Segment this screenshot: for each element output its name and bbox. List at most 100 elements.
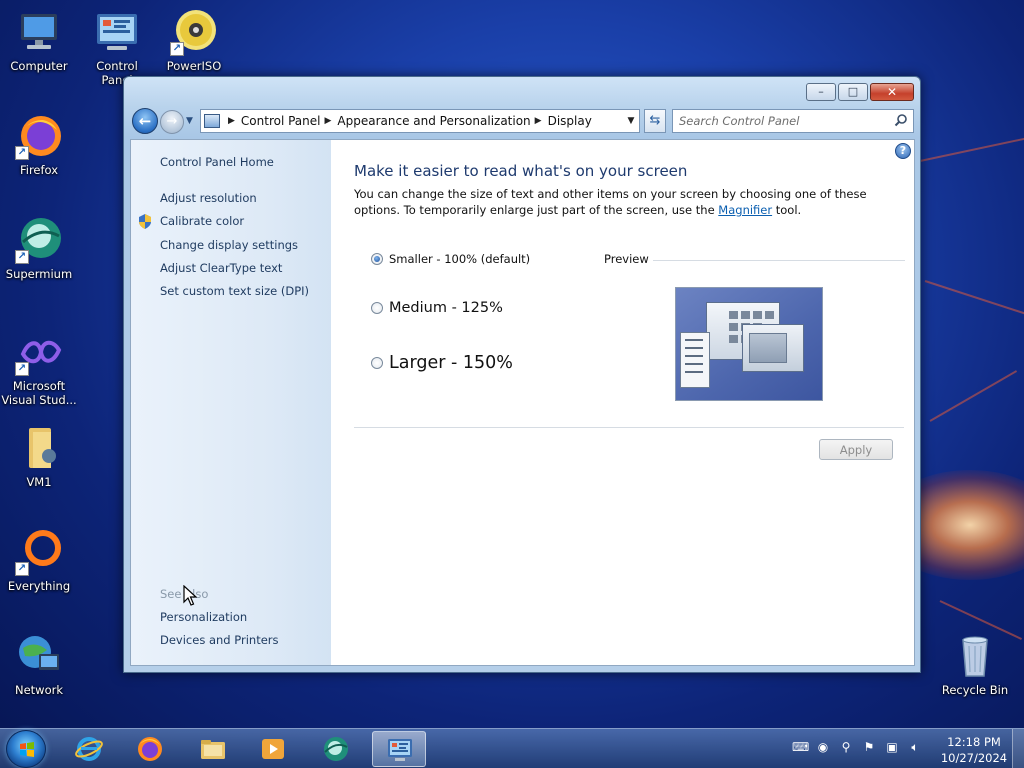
preview-tile	[729, 311, 738, 319]
option-medium[interactable]: Medium - 125%	[371, 300, 503, 316]
breadcrumb-display[interactable]: Display	[548, 114, 592, 128]
recent-pages-dropdown[interactable]: ▼	[186, 115, 196, 127]
search-icon[interactable]	[894, 113, 908, 127]
search-tray-icon[interactable]: ⚲	[838, 739, 854, 755]
content-divider	[354, 427, 904, 428]
breadcrumb-separator-icon[interactable]: ▶	[228, 116, 235, 126]
close-icon: ✕	[886, 85, 898, 99]
sidebar-link-adjust-cleartype[interactable]: Adjust ClearType text	[160, 261, 282, 275]
forward-arrow-icon: →	[166, 114, 178, 129]
preview-tile	[753, 311, 762, 319]
preview-menu-row	[685, 371, 703, 373]
action-center-flag-icon[interactable]: ⚑	[861, 739, 877, 755]
maximize-icon: □	[847, 85, 859, 98]
shortcut-arrow-icon: ↗	[15, 562, 29, 576]
desktop-icon-label: Microsoft Visual Stud...	[1, 379, 77, 407]
volume-icon[interactable]: 🔈︎	[907, 739, 923, 755]
preview-window-front	[742, 324, 804, 372]
sidebar-link-control-panel-home[interactable]: Control Panel Home	[160, 155, 274, 169]
refresh-button[interactable]: ⇆	[644, 109, 666, 133]
taskbar-file-explorer[interactable]	[186, 731, 240, 767]
sidebar-link-adjust-resolution[interactable]: Adjust resolution	[160, 191, 257, 205]
apply-button[interactable]: Apply	[819, 439, 893, 460]
breadcrumb-control-panel[interactable]: Control Panel	[241, 114, 321, 128]
shortcut-arrow-icon: ↗	[15, 362, 29, 376]
minimize-button[interactable]: –	[806, 83, 836, 101]
preview-menu-row	[685, 355, 703, 357]
show-desktop-button[interactable]	[1012, 729, 1024, 768]
breadcrumb-separator-icon[interactable]: ▶	[535, 116, 542, 126]
disc-tray-icon[interactable]: ◉	[815, 739, 831, 755]
desktop-icon-label: PowerISO	[166, 59, 222, 73]
search-input[interactable]	[679, 111, 889, 131]
media-player-icon	[262, 739, 284, 759]
wallpaper-streak	[924, 280, 1024, 316]
desktop-icon-network[interactable]: Network	[1, 632, 77, 697]
recycle-bin-icon	[951, 632, 999, 680]
sidebar-link-devices-printers[interactable]: Devices and Printers	[160, 633, 279, 647]
desktop-icon-vm1[interactable]: VM1	[1, 424, 77, 489]
desktop-icon-label: Computer	[10, 59, 68, 73]
maximize-button[interactable]: □	[838, 83, 868, 101]
desktop-icon-computer[interactable]: Computer	[1, 8, 77, 73]
taskbar-firefox[interactable]	[123, 731, 177, 767]
taskbar-media-player[interactable]	[246, 731, 300, 767]
back-button[interactable]: ←	[132, 108, 158, 134]
radio-medium[interactable]	[371, 302, 383, 314]
desktop-icon-poweriso[interactable]: ↗ PowerISO	[156, 8, 232, 73]
search-box[interactable]	[672, 109, 914, 133]
option-larger[interactable]: Larger - 150%	[371, 353, 513, 373]
task-pane: Control Panel Home Adjust resolution Cal…	[131, 140, 331, 665]
desktop-icon-everything[interactable]: ↗ Everything	[1, 528, 77, 593]
sidebar-link-custom-text-size[interactable]: Set custom text size (DPI)	[160, 284, 309, 298]
minimize-icon: –	[818, 85, 824, 98]
caption-buttons: – □ ✕	[804, 83, 914, 101]
desktop-icon-supermium[interactable]: ↗ Supermium	[1, 216, 77, 281]
magnifier-link[interactable]: Magnifier	[718, 203, 772, 217]
desktop-icon-visual-studio[interactable]: ↗ Microsoft Visual Stud...	[1, 328, 77, 407]
sidebar-link-personalization[interactable]: Personalization	[160, 610, 247, 624]
chevron-down-icon: ▼	[186, 116, 193, 126]
disc-icon: ↗	[170, 8, 218, 56]
taskbar-supermium[interactable]	[309, 731, 363, 767]
option-label-medium: Medium - 125%	[389, 300, 503, 316]
taskbar-control-panel[interactable]	[372, 731, 426, 767]
firefox-icon: ↗	[15, 112, 63, 160]
taskbar: ⌨ ◉ ⚲ ⚑ ▣ 🔈︎ 12:18 PM 10/27/2024	[0, 728, 1024, 768]
preview-tile	[729, 323, 738, 331]
sidebar-link-change-display-settings[interactable]: Change display settings	[160, 238, 298, 252]
desktop-icon-recycle-bin[interactable]: Recycle Bin	[937, 632, 1013, 697]
notification-area: ⌨ ◉ ⚲ ⚑ ▣ 🔈︎	[792, 739, 923, 755]
option-label-smaller: Smaller - 100% (default)	[389, 252, 531, 266]
firefox-icon	[138, 737, 162, 761]
breadcrumb-appearance[interactable]: Appearance and Personalization	[337, 114, 530, 128]
address-dropdown-icon[interactable]: ▼	[623, 116, 639, 126]
network-tray-icon[interactable]: ▣	[884, 739, 900, 755]
breadcrumb-separator-icon[interactable]: ▶	[325, 116, 332, 126]
refresh-icon: ⇆	[649, 113, 661, 128]
radio-larger[interactable]	[371, 357, 383, 369]
system-clock[interactable]: 12:18 PM 10/27/2024	[934, 734, 1014, 766]
desktop-icon-label: VM1	[26, 475, 52, 489]
visual-studio-icon: ↗	[15, 328, 63, 376]
computer-icon	[15, 8, 63, 56]
address-bar[interactable]: ▶ Control Panel ▶ Appearance and Persona…	[200, 109, 640, 133]
page-description: You can change the size of text and othe…	[354, 186, 894, 218]
preview-tile	[729, 335, 738, 343]
shortcut-arrow-icon: ↗	[170, 42, 184, 56]
preview-start-menu	[680, 332, 710, 388]
clock-time: 12:18 PM	[947, 735, 1001, 749]
help-button[interactable]: ?	[895, 143, 911, 159]
forward-button[interactable]: →	[160, 110, 184, 134]
desktop-icon-label: Supermium	[5, 267, 73, 281]
close-button[interactable]: ✕	[870, 83, 914, 101]
mouse-pointer-icon	[183, 585, 197, 606]
keyboard-icon[interactable]: ⌨	[792, 739, 809, 755]
desktop-icon-firefox[interactable]: ↗ Firefox	[1, 112, 77, 177]
taskbar-internet-explorer[interactable]	[62, 731, 116, 767]
radio-smaller[interactable]	[371, 253, 383, 265]
description-text-end: tool.	[772, 203, 802, 217]
sidebar-link-calibrate-color[interactable]: Calibrate color	[160, 214, 244, 228]
option-smaller[interactable]: Smaller - 100% (default)	[371, 252, 530, 266]
start-button[interactable]	[6, 730, 46, 768]
